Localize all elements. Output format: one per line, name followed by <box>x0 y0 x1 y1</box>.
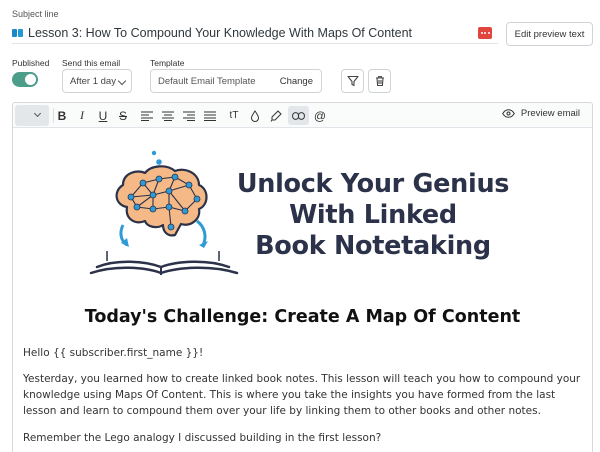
align-left-icon[interactable] <box>138 106 156 125</box>
greeting-text: Hello {{ subscriber.first_name }}! <box>23 347 204 359</box>
email-editor[interactable]: B I U S tT @ Preview email Unlock Your G… <box>12 102 593 452</box>
editor-toolbar: B I U S tT @ Preview email <box>13 103 592 128</box>
text-color-icon[interactable] <box>246 106 264 125</box>
template-change-button[interactable]: Change <box>280 76 313 87</box>
underline-icon[interactable]: U <box>94 106 112 125</box>
filter-icon <box>346 75 359 87</box>
challenge-heading: Today's Challenge: Create A Map Of Conte… <box>84 307 521 327</box>
template-field: Default Email Template Change <box>150 69 322 93</box>
delete-button[interactable] <box>368 69 391 93</box>
published-toggle[interactable] <box>12 72 38 87</box>
subject-line-text: Lesson 3: How To Compound Your Knowledge… <box>28 25 413 40</box>
brain-shape <box>115 165 208 237</box>
template-label: Template <box>150 58 185 68</box>
block-format-dropdown[interactable] <box>15 105 49 126</box>
send-delay-value: After 1 day <box>70 75 116 87</box>
chevron-down-icon <box>33 109 42 118</box>
template-value: Default Email Template <box>158 75 256 87</box>
text-size-icon[interactable]: tT <box>225 106 243 125</box>
align-right-icon[interactable] <box>180 106 198 125</box>
mention-icon[interactable]: @ <box>311 106 329 125</box>
book-icon <box>12 28 24 38</box>
highlight-icon[interactable] <box>267 106 285 125</box>
decor-dot-icon <box>156 159 162 165</box>
edit-preview-text-button[interactable]: Edit preview text <box>506 22 593 46</box>
align-justify-icon[interactable] <box>201 106 219 125</box>
hero-line: Unlock Your Genius <box>236 169 510 199</box>
send-delay-select[interactable]: After 1 day <box>62 69 132 93</box>
subject-line-input[interactable]: Lesson 3: How To Compound Your Knowledge… <box>12 22 498 44</box>
hero-line: Book Notetaking <box>255 231 491 261</box>
arrow-icon <box>196 219 207 246</box>
decor-dot-icon <box>151 150 157 156</box>
send-email-label: Send this email <box>62 58 121 68</box>
subject-line-label: Subject line <box>12 9 59 19</box>
preview-email-label: Preview email <box>520 108 580 119</box>
align-center-icon[interactable] <box>159 106 177 125</box>
hero-line: With Linked <box>289 200 457 230</box>
snippet-options-icon[interactable] <box>478 27 492 39</box>
body-paragraph: Yesterday, you learned how to create lin… <box>23 373 581 417</box>
italic-icon[interactable]: I <box>73 106 91 125</box>
preview-email-button[interactable]: Preview email <box>501 108 580 119</box>
hero-title: Unlock Your Genius With Linked Book Note… <box>223 169 523 262</box>
bold-icon[interactable]: B <box>53 106 71 125</box>
link-icon[interactable] <box>288 106 309 125</box>
published-label: Published <box>12 58 50 68</box>
body-paragraph: Remember the Lego analogy I discussed bu… <box>23 432 382 444</box>
strikethrough-icon[interactable]: S <box>114 106 132 125</box>
eye-icon <box>501 109 515 118</box>
chevron-down-icon <box>117 76 127 86</box>
filter-button[interactable] <box>341 69 364 93</box>
book-icon <box>95 260 231 269</box>
trash-icon <box>375 76 384 87</box>
